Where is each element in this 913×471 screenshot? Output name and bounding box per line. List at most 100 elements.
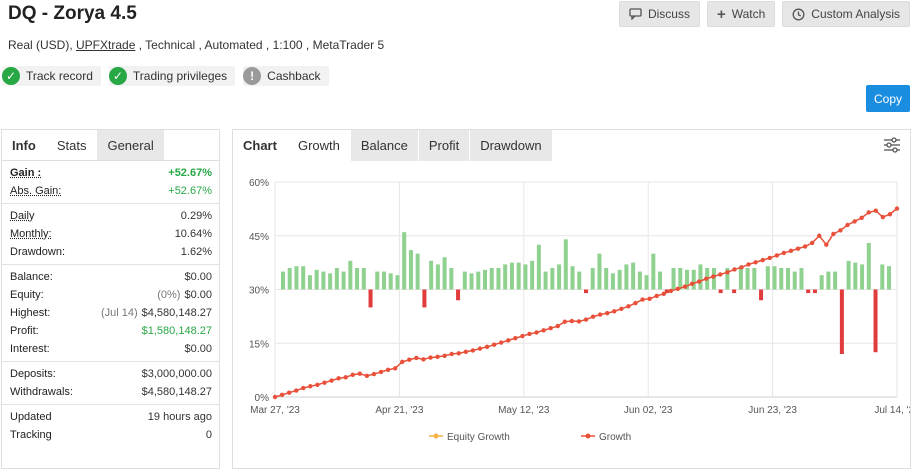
y-tick-label: 45% — [249, 232, 269, 243]
check-icon: ✓ — [2, 67, 20, 85]
profit-bar — [698, 264, 703, 290]
growth-point — [894, 206, 900, 211]
discuss-label: Discuss — [647, 7, 690, 21]
growth-point — [428, 355, 433, 360]
discuss-button[interactable]: Discuss — [618, 1, 700, 27]
tracking-label: Tracking — [10, 429, 52, 441]
growth-point — [732, 267, 737, 272]
tab-growth[interactable]: Growth — [287, 130, 351, 161]
tab-drawdown[interactable]: Drawdown — [470, 130, 553, 161]
growth-point — [626, 304, 631, 309]
profit-bar — [651, 253, 656, 290]
growth-point — [597, 312, 603, 317]
growth-chart: 0% 15% 30% 45% 60% Mar 27, '23 Apr 21, '23 May … — [249, 178, 910, 443]
copy-button[interactable]: Copy — [866, 85, 910, 112]
profit-bar — [348, 260, 353, 290]
growth-point — [682, 284, 688, 289]
chart-panel: Chart Growth Balance Profit Drawdown 0% 1… — [232, 129, 911, 469]
tab-general[interactable]: General — [97, 130, 165, 160]
monthly-value: 10.64% — [174, 228, 212, 240]
growth-point — [548, 326, 553, 331]
profit-bar — [833, 271, 838, 290]
gain-group: Gain : +52.67% Abs. Gain: +52.67% — [2, 161, 219, 204]
growth-point — [513, 336, 518, 341]
equity-label: Equity: — [10, 289, 44, 301]
growth-point — [802, 244, 808, 249]
custom-analysis-button[interactable]: Custom Analysis — [782, 1, 910, 27]
highest-note: (Jul 14) — [100, 307, 138, 319]
tab-stats[interactable]: Stats — [46, 130, 98, 160]
growth-point — [477, 346, 483, 351]
badge-label: Trading privileges — [132, 69, 228, 83]
gain-label[interactable]: Gain : — [10, 167, 41, 179]
growth-point — [746, 262, 751, 267]
growth-point — [576, 319, 582, 324]
x-tick-label: May 12, '23 — [498, 405, 550, 416]
profit-bar — [624, 264, 629, 290]
growth-point — [357, 371, 363, 376]
growth-point — [838, 228, 843, 233]
settings-sliders-icon[interactable] — [883, 137, 901, 153]
profit-bar — [819, 275, 824, 290]
tab-chart[interactable]: Chart — [233, 130, 288, 161]
profit-bar — [826, 271, 831, 290]
profit-bar — [314, 269, 319, 290]
profit-bar — [765, 266, 770, 290]
growth-line — [274, 207, 898, 398]
rate-group: Daily 0.29% Monthly: 10.64% Drawdown: 1.… — [2, 204, 219, 265]
growth-point — [647, 296, 652, 302]
growth-point — [491, 342, 497, 347]
monthly-label[interactable]: Monthly: — [10, 228, 52, 240]
growth-point — [711, 274, 716, 279]
tab-info[interactable]: Info — [2, 130, 47, 160]
profit-bar — [631, 262, 636, 290]
profit-bar — [671, 268, 676, 290]
profit-bar — [388, 273, 393, 290]
profit-bar — [483, 269, 487, 290]
stat-abs-gain: Abs. Gain: +52.67% — [2, 182, 219, 200]
x-tick-label: Apr 21, '23 — [375, 405, 423, 416]
profit-bar — [563, 239, 568, 290]
clock-icon — [792, 8, 805, 20]
stat-gain: Gain : +52.67% — [2, 164, 219, 182]
growth-point — [774, 253, 780, 258]
growth-point — [364, 373, 370, 379]
growth-point — [343, 375, 348, 380]
tab-profit[interactable]: Profit — [418, 130, 471, 161]
profit-bar — [489, 268, 494, 290]
profit-bar — [610, 273, 615, 290]
profit-bar — [321, 271, 326, 290]
stats-tabs: Info Stats General — [2, 130, 219, 161]
gain-value: +52.67% — [168, 167, 212, 179]
badge-track-record: ✓ Track record — [2, 66, 101, 86]
growth-point — [562, 319, 567, 324]
profit-bar — [873, 289, 878, 353]
profit-bar — [853, 262, 858, 290]
profit-bar — [523, 264, 528, 290]
growth-point — [498, 340, 504, 345]
profit-bar — [658, 271, 663, 290]
profit-bar — [590, 268, 595, 290]
abs-gain-label[interactable]: Abs. Gain: — [10, 185, 61, 197]
profit-bar — [382, 271, 386, 290]
growth-point — [534, 330, 539, 335]
daily-label[interactable]: Daily — [10, 210, 34, 222]
growth-point — [824, 242, 829, 247]
profit-bar — [328, 273, 333, 290]
profit-bar — [503, 264, 508, 290]
drawdown-label: Drawdown: — [10, 246, 66, 258]
watch-button[interactable]: + Watch — [706, 1, 776, 27]
growth-point — [279, 392, 285, 398]
growth-point — [541, 328, 546, 333]
growth-point — [442, 353, 447, 358]
profit-bar — [536, 244, 541, 290]
profit-bar — [287, 268, 292, 290]
tab-balance[interactable]: Balance — [350, 130, 419, 161]
stats-panel: Info Stats General Gain : +52.67% Abs. G… — [1, 129, 220, 469]
growth-point — [668, 288, 674, 294]
y-tick-label: 0% — [255, 393, 270, 404]
y-tick-label: 30% — [249, 286, 269, 297]
growth-point — [590, 314, 596, 319]
broker-link[interactable]: UPFXtrade — [76, 38, 135, 52]
profit-bar — [449, 268, 454, 290]
